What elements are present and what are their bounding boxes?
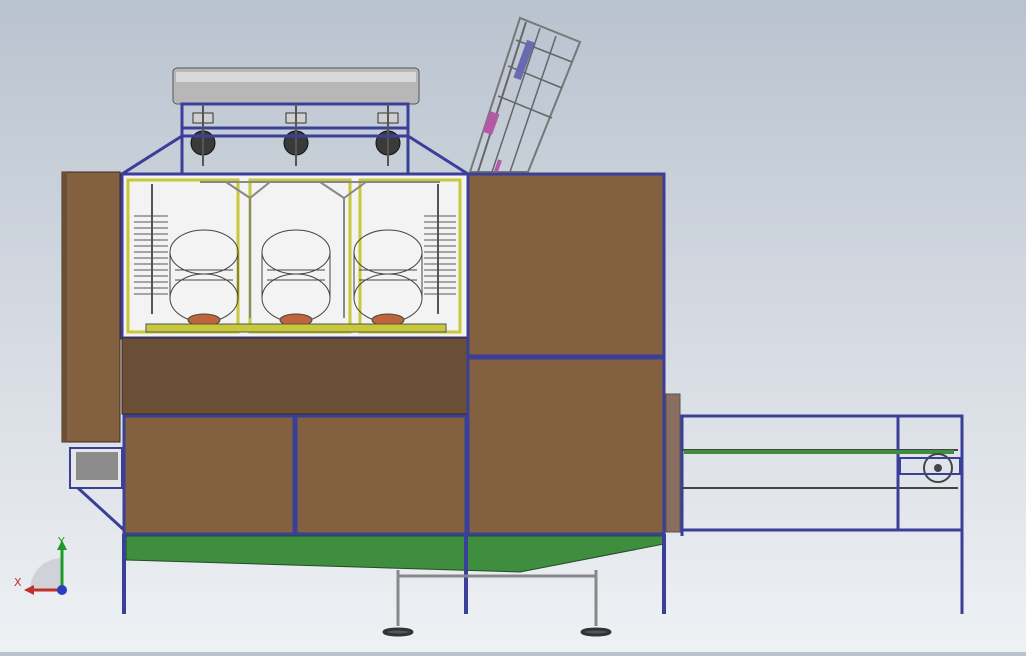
top-tank-highlight: [176, 72, 416, 82]
output-conveyor[interactable]: [680, 414, 964, 614]
right-cabinet-lower[interactable]: [466, 356, 666, 536]
leveling-feet[interactable]: [382, 570, 612, 637]
x-axis-head: [24, 585, 34, 595]
z-axis-dot: [57, 585, 67, 595]
left-side-door-panel[interactable]: [61, 171, 121, 443]
y-axis-label: Y: [57, 535, 65, 548]
lower-panel-right[interactable]: [294, 414, 468, 536]
chamber-base-rail: [145, 323, 447, 333]
drip-tray[interactable]: [125, 535, 665, 573]
cad-viewport[interactable]: Y X: [0, 0, 1026, 652]
cad-model-view[interactable]: Y X: [0, 0, 1026, 652]
left-motor-box-inner: [76, 452, 118, 480]
lower-panel-left[interactable]: [122, 414, 296, 536]
left-brace: [76, 486, 126, 532]
x-axis-label: X: [14, 576, 22, 589]
left-door-edge: [62, 172, 67, 442]
cabinet-side-strip: [665, 393, 681, 533]
conveyor-belt: [684, 450, 954, 454]
right-cabinet-upper[interactable]: [466, 172, 666, 358]
conveyor-drive-pulley[interactable]: [899, 453, 961, 483]
chamber-apron-panel[interactable]: [121, 337, 469, 415]
wash-chamber[interactable]: [120, 172, 470, 340]
coordinate-triad: Y X: [14, 535, 67, 595]
